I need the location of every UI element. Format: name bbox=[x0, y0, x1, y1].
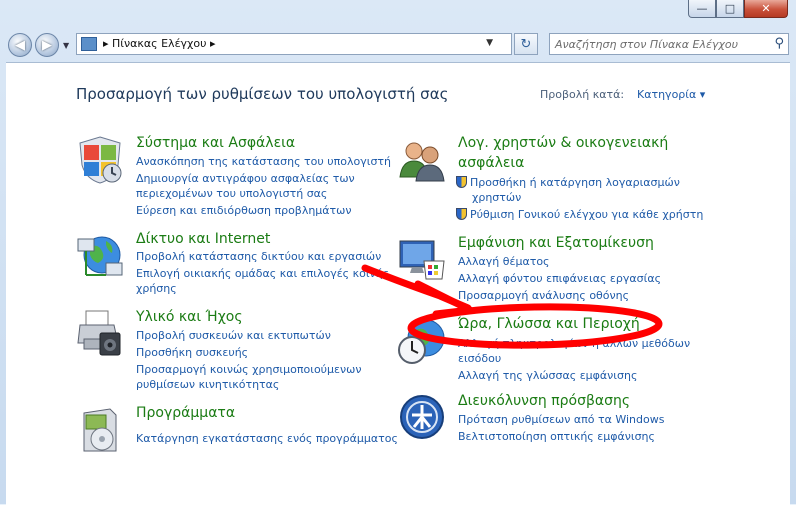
control-panel-icon bbox=[81, 37, 97, 51]
printer-icon[interactable] bbox=[76, 309, 124, 359]
category-title-system-security[interactable]: Σύστημα και Ασφάλεια bbox=[136, 135, 295, 151]
close-button[interactable]: ✕ bbox=[744, 0, 788, 18]
category-title-clock-language-region[interactable]: Ώρα, Γλώσσα και Περιοχή bbox=[458, 316, 640, 332]
breadcrumb[interactable]: ▸ Πίνακας Ελέγχου ▸ bbox=[103, 37, 216, 50]
link-backup-cont[interactable]: περιεχομένων του υπολογιστή σας bbox=[136, 187, 327, 201]
forward-button[interactable]: ▶ bbox=[35, 33, 59, 57]
link-add-remove-accounts-cont[interactable]: χρηστών bbox=[472, 191, 521, 205]
back-button[interactable]: ◀ bbox=[8, 33, 32, 57]
category-title-user-accounts[interactable]: Λογ. χρηστών & οικογενειακή bbox=[458, 135, 668, 151]
navigation-toolbar: ◀ ▶ ▼ ▸ Πίνακας Ελέγχου ▸ ▼ ↻ Αναζήτηση … bbox=[0, 26, 796, 62]
link-homegroup-cont[interactable]: χρήσης bbox=[136, 282, 177, 296]
category-title-user-accounts-cont[interactable]: ασφάλεια bbox=[458, 155, 524, 171]
link-uninstall[interactable]: Κατάργηση εγκατάστασης ενός προγράμματος bbox=[136, 432, 398, 446]
link-change-theme[interactable]: Αλλαγή θέματος bbox=[458, 255, 550, 269]
link-network-status[interactable]: Προβολή κατάστασης δικτύου και εργασιών bbox=[136, 250, 381, 264]
recent-pages-dropdown[interactable]: ▼ bbox=[63, 41, 69, 50]
link-parental-controls[interactable]: Ρύθμιση Γονικού ελέγχου για κάθε χρήστη bbox=[456, 208, 703, 222]
refresh-icon: ↻ bbox=[520, 36, 532, 52]
ease-of-access-icon[interactable] bbox=[398, 393, 446, 443]
search-input[interactable]: Αναζήτηση στον Πίνακα Ελέγχου bbox=[555, 38, 738, 51]
uac-shield-icon bbox=[456, 176, 467, 188]
network-globe-icon[interactable] bbox=[76, 231, 124, 281]
link-change-keyboards-cont[interactable]: εισόδου bbox=[458, 352, 501, 366]
category-title-appearance[interactable]: Εμφάνιση και Εξατομίκευση bbox=[458, 235, 654, 251]
programs-icon[interactable] bbox=[76, 405, 124, 455]
display-palette-icon[interactable] bbox=[398, 235, 446, 285]
address-dropdown-icon[interactable]: ▼ bbox=[486, 38, 493, 48]
link-text[interactable]: Ρύθμιση Γονικού ελέγχου για κάθε χρήστη bbox=[470, 208, 703, 221]
address-bar[interactable]: ▸ Πίνακας Ελέγχου ▸ ▼ bbox=[76, 33, 512, 55]
link-change-background[interactable]: Αλλαγή φόντου επιφάνειας εργασίας bbox=[458, 272, 661, 286]
breadcrumb-arrow-icon[interactable]: ▸ bbox=[103, 37, 109, 50]
breadcrumb-control-panel[interactable]: Πίνακας Ελέγχου bbox=[112, 37, 206, 50]
main-content: Προσαρμογή των ρυθμίσεων του υπολογιστή … bbox=[6, 62, 790, 505]
shield-icon[interactable] bbox=[76, 135, 124, 185]
link-add-remove-accounts[interactable]: Προσθήκη ή κατάργηση λογαριασμών bbox=[456, 176, 680, 190]
link-troubleshoot[interactable]: Εύρεση και επιδιόρθωση προβλημάτων bbox=[136, 204, 352, 218]
control-panel-window: — □ ✕ ◀ ▶ ▼ ▸ Πίνακας Ελέγχου ▸ ▼ ↻ Αναζ… bbox=[0, 0, 796, 505]
link-windows-suggest[interactable]: Πρόταση ρυθμίσεων από τα Windows bbox=[458, 413, 664, 427]
uac-shield-icon bbox=[456, 208, 467, 220]
link-display-language[interactable]: Αλλαγή της γλώσσας εμφάνισης bbox=[458, 369, 637, 383]
link-mobility[interactable]: Προσαρμογή κοινώς χρησιμοποιούμενων bbox=[136, 363, 361, 377]
title-bar: — □ ✕ bbox=[0, 0, 796, 26]
refresh-button[interactable]: ↻ bbox=[514, 33, 538, 55]
link-add-device[interactable]: Προσθήκη συσκευής bbox=[136, 346, 248, 360]
forward-arrow-icon: ▶ bbox=[42, 37, 52, 53]
link-review-status[interactable]: Ανασκόπηση της κατάστασης του υπολογιστή bbox=[136, 155, 391, 169]
maximize-button[interactable]: □ bbox=[716, 0, 744, 18]
users-icon[interactable] bbox=[398, 135, 446, 185]
link-backup[interactable]: Δημιουργία αντιγράφου ασφαλείας των bbox=[136, 172, 355, 186]
link-screen-resolution[interactable]: Προσαρμογή ανάλυσης οθόνης bbox=[458, 289, 629, 303]
category-title-hardware-sound[interactable]: Υλικό και Ήχος bbox=[136, 309, 243, 325]
view-by-dropdown[interactable]: Κατηγορία ▾ bbox=[637, 88, 705, 101]
category-title-ease-of-access[interactable]: Διευκόλυνση πρόσβασης bbox=[458, 393, 630, 409]
search-icon[interactable]: ⚲ bbox=[774, 36, 784, 51]
link-text[interactable]: Προσθήκη ή κατάργηση λογαριασμών bbox=[470, 176, 680, 189]
link-change-keyboards[interactable]: Αλλαγή πληκτρολογίων ή άλλων μεθόδων bbox=[458, 337, 690, 351]
link-homegroup[interactable]: Επιλογή οικιακής ομάδας και επιλογές κοι… bbox=[136, 267, 389, 281]
category-title-network[interactable]: Δίκτυο και Internet bbox=[136, 231, 270, 247]
back-arrow-icon: ◀ bbox=[15, 37, 25, 53]
view-by-label: Προβολή κατά: bbox=[540, 88, 625, 101]
link-devices-printers[interactable]: Προβολή συσκευών και εκτυπωτών bbox=[136, 329, 331, 343]
search-box[interactable]: Αναζήτηση στον Πίνακα Ελέγχου ⚲ bbox=[549, 33, 789, 55]
category-title-programs[interactable]: Προγράμματα bbox=[136, 405, 235, 421]
link-mobility-cont[interactable]: ρυθμίσεων κινητικότητας bbox=[136, 378, 279, 392]
page-title: Προσαρμογή των ρυθμίσεων του υπολογιστή … bbox=[76, 85, 449, 103]
clock-globe-icon[interactable] bbox=[398, 316, 446, 366]
breadcrumb-arrow-icon[interactable]: ▸ bbox=[210, 37, 216, 50]
minimize-button[interactable]: — bbox=[688, 0, 716, 18]
link-optimize-display[interactable]: Βελτιστοποίηση οπτικής εμφάνισης bbox=[458, 430, 655, 444]
